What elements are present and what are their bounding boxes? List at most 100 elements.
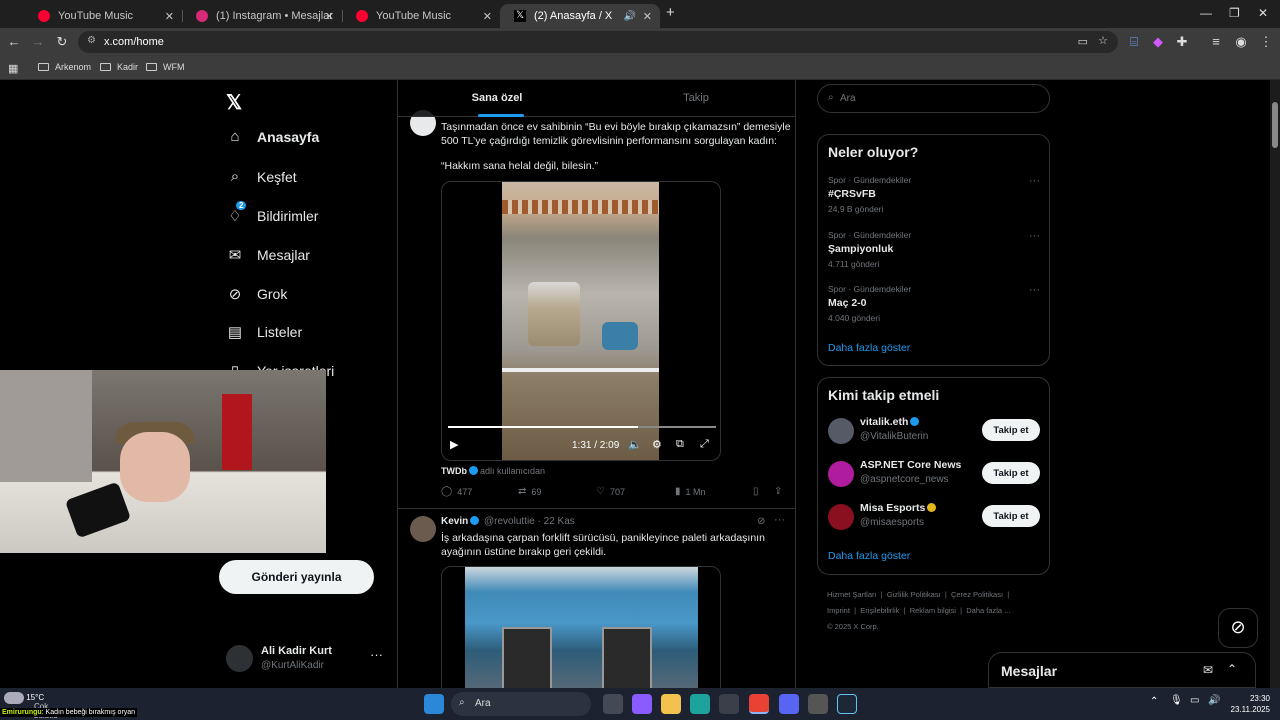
window-close-button[interactable]: ✕ [1258, 6, 1268, 20]
browser-tab[interactable]: YouTube Music ✕ [24, 4, 183, 28]
grok-icon[interactable]: ⊘ [757, 516, 765, 527]
tray-expand-icon[interactable]: ⌃ [1150, 696, 1158, 707]
more-icon[interactable]: ··· [1029, 175, 1040, 187]
nav-home[interactable]: ⌂ Anasayfa [226, 128, 319, 145]
follow-button[interactable]: Takip et [982, 462, 1040, 484]
reply-button[interactable]: ◯ 477 [441, 486, 472, 497]
attribution-user[interactable]: TWDb [441, 466, 467, 476]
store-icon[interactable] [719, 694, 739, 714]
browser-tab-active[interactable]: 𝕏 (2) Anasayfa / X 🔊 ✕ [500, 4, 660, 28]
follow-button[interactable]: Takip et [982, 505, 1040, 527]
views-button[interactable]: ▮ 1 Mn [675, 486, 706, 497]
fullscreen-icon[interactable]: ⤢ [700, 438, 709, 451]
follow-suggestion[interactable]: Misa Esports @misaesports Takip et [828, 502, 1040, 532]
steam-icon[interactable] [837, 694, 857, 714]
play-icon[interactable]: ▶ [450, 438, 458, 451]
messages-drawer[interactable]: Mesajlar ✉ ⌃ [988, 652, 1256, 688]
settings-icon[interactable]: ⚙ [652, 438, 662, 451]
start-icon[interactable] [424, 694, 444, 714]
taskbar-clock[interactable]: 23:30 23.11.2025 [1226, 693, 1270, 715]
close-icon[interactable]: ✕ [643, 10, 652, 23]
bookmark-folder[interactable]: Arkenom [38, 62, 91, 72]
video-player[interactable]: ▶ 1:31 / 2:09 🔈 ⚙ ⧉ ⤢ [441, 181, 721, 461]
new-tab-button[interactable]: + [666, 4, 675, 21]
tweet-handle[interactable]: @revoluttie [484, 516, 535, 527]
speaker-icon[interactable]: 🔊 [624, 11, 636, 22]
weather-widget[interactable]: 15°C Çok bulutlu [4, 692, 58, 720]
volume-icon[interactable]: 🔊 [1208, 695, 1220, 706]
more-icon[interactable]: ··· [370, 647, 383, 662]
search-input[interactable]: ⌕ Ara [817, 84, 1050, 113]
close-icon[interactable]: ✕ [165, 10, 174, 23]
more-icon[interactable]: ··· [1029, 284, 1040, 296]
nav-explore[interactable]: ⌕ Keşfet [226, 168, 297, 185]
tweet-avatar[interactable] [410, 516, 436, 542]
footer-link[interactable]: Reklam bilgisi [910, 606, 956, 615]
page-scrollbar[interactable] [1270, 80, 1280, 688]
menu-icon[interactable]: ⋮ [1258, 34, 1274, 50]
show-more-link[interactable]: Daha fazla göster [828, 342, 910, 354]
discord-icon[interactable] [779, 694, 799, 714]
tab-following[interactable]: Takip [597, 80, 795, 117]
taskbar-search[interactable]: ⌕ Ara [451, 692, 591, 716]
footer-link[interactable]: Gizlilik Politikası [887, 590, 941, 599]
nav-grok[interactable]: ⊘ Grok [226, 285, 288, 303]
apps-icon[interactable]: ▦ [8, 62, 18, 75]
video-player[interactable] [441, 566, 721, 688]
app-icon[interactable] [808, 694, 828, 714]
bookmark-folder[interactable]: WFM [146, 62, 185, 72]
post-button[interactable]: Gönderi yayınla [219, 560, 374, 594]
site-info-icon[interactable]: ⚙ [87, 35, 96, 46]
follow-suggestion[interactable]: vitalik.eth @VitalikButerin Takip et [828, 416, 1040, 446]
bookmark-folder[interactable]: Kadir [100, 62, 138, 72]
nav-notifications[interactable]: ♢ 2 Bildirimler [226, 201, 318, 225]
forward-icon[interactable]: → [30, 34, 46, 49]
mic-icon[interactable]: 🎙 [1170, 695, 1183, 706]
close-icon[interactable]: ✕ [325, 10, 334, 23]
repost-button[interactable]: ⇄ 69 [518, 486, 541, 497]
puzzle-icon[interactable]: ✚ [1174, 34, 1190, 50]
footer-link[interactable]: Erişilebilirlik [860, 606, 899, 615]
expand-icon[interactable]: ⌃ [1227, 662, 1237, 676]
trend-item[interactable]: Spor · Gündemdekiler #ÇRSvFB 24,9 B gönd… [828, 175, 1040, 214]
nav-messages[interactable]: ✉ Mesajlar [226, 246, 310, 264]
browser-tab[interactable]: YouTube Music ✕ [342, 4, 500, 28]
show-more-link[interactable]: Daha fazla göster [828, 550, 910, 562]
more-icon[interactable]: ··· [774, 514, 785, 526]
reload-icon[interactable]: ↻ [54, 34, 70, 50]
grok-button[interactable]: ⊘ [1218, 608, 1258, 648]
footer-link[interactable]: Çerez Politikası [951, 590, 1003, 599]
minimize-button[interactable]: — [1200, 6, 1212, 20]
task-view-icon[interactable] [603, 694, 623, 714]
translate-icon[interactable]: ⌸ [1126, 34, 1142, 50]
pip-icon[interactable]: ⧉ [676, 438, 684, 451]
chrome-icon[interactable] [749, 694, 769, 714]
profile-icon[interactable]: ◉ [1233, 34, 1249, 50]
install-icon[interactable]: ▭ [1078, 35, 1088, 48]
star-icon[interactable]: ☆ [1098, 34, 1108, 47]
footer-link[interactable]: Hizmet Şartları [827, 590, 877, 599]
account-switcher[interactable]: Ali Kadir Kurt @KurtAliKadir ··· [226, 643, 386, 675]
trend-item[interactable]: Spor · Gündemdekiler Maç 2-0 4.040 gönde… [828, 284, 1040, 323]
scrollbar-thumb[interactable] [1272, 102, 1278, 148]
follow-suggestion[interactable]: ASP.NET Core News @aspnetcore_news Takip… [828, 459, 1040, 489]
media-icon[interactable]: ≡ [1208, 34, 1224, 49]
file-explorer-icon[interactable] [661, 694, 681, 714]
video-progress-bar[interactable] [448, 426, 716, 428]
share-button[interactable]: ⇪ [774, 486, 787, 497]
nav-lists[interactable]: ▤ Listeler [226, 323, 302, 341]
tweet-author[interactable]: Kevin [441, 516, 468, 527]
new-message-icon[interactable]: ✉ [1203, 663, 1213, 677]
tweet-date[interactable]: · 22 Kas [538, 516, 575, 527]
volume-icon[interactable]: 🔈 [628, 438, 642, 451]
footer-link[interactable]: Daha fazla ... [966, 606, 1010, 615]
follow-button[interactable]: Takip et [982, 419, 1040, 441]
like-button[interactable]: ♡ 707 [596, 486, 625, 497]
close-icon[interactable]: ✕ [483, 10, 492, 23]
extension-icon[interactable]: ◆ [1150, 34, 1166, 50]
copilot-icon[interactable] [632, 694, 652, 714]
bookmark-button[interactable]: ▯ [753, 486, 764, 497]
footer-link[interactable]: Imprint [827, 606, 850, 615]
address-bar[interactable]: ⚙ x.com/home ▭ ☆ [78, 31, 1118, 53]
x-logo-icon[interactable]: 𝕏 [226, 90, 242, 115]
